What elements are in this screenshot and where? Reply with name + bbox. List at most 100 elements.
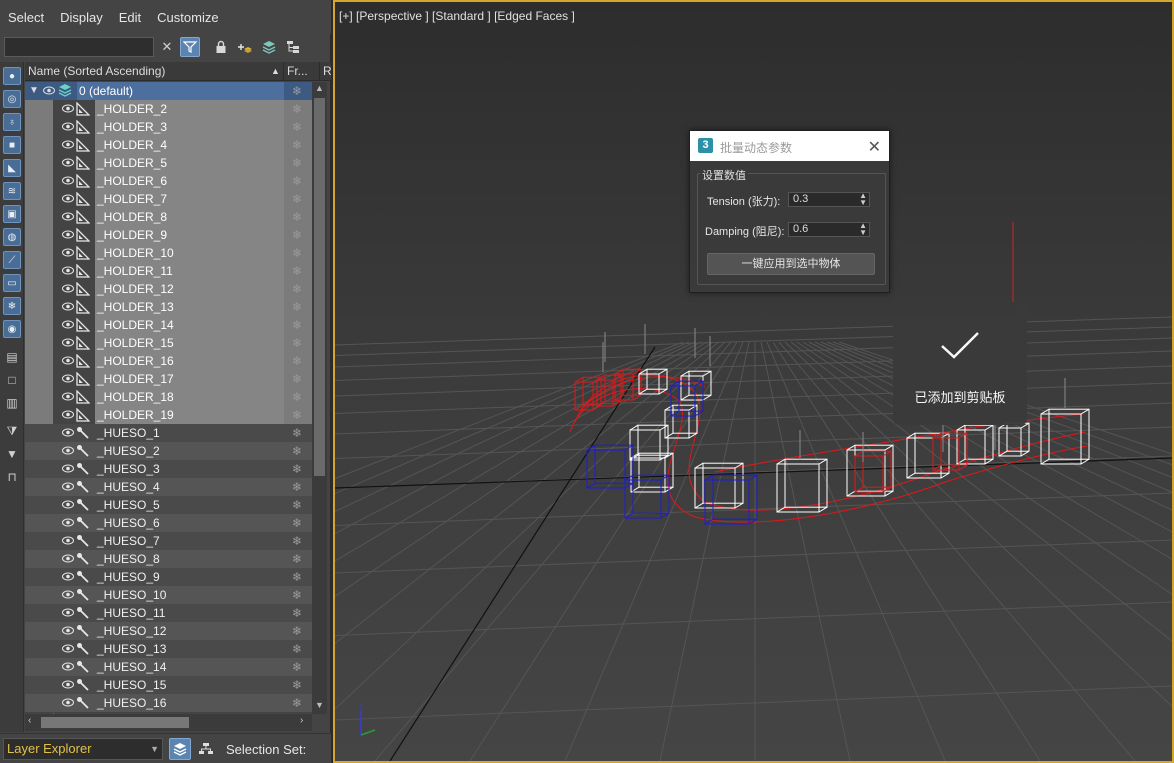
freeze-icon[interactable]: ❄ xyxy=(292,516,302,530)
perspective-viewport[interactable]: z [+] [Perspective ] [Standard ] [Edged … xyxy=(333,0,1174,763)
apply-to-selected-button[interactable]: 一键应用到选中物体 xyxy=(707,253,875,275)
freeze-icon[interactable]: ❄ xyxy=(292,642,302,656)
object-row[interactable]: _HUESO_16 ❄ xyxy=(25,694,312,712)
visibility-eye-icon[interactable] xyxy=(62,445,74,456)
freeze-icon[interactable]: ❄ xyxy=(292,534,302,548)
spinner-arrows-icon[interactable]: ▲ ▼ xyxy=(859,192,867,207)
menu-select[interactable]: Select xyxy=(7,8,45,27)
object-name[interactable]: _HUESO_11 xyxy=(95,604,284,622)
visibility-eye-icon[interactable] xyxy=(62,517,74,528)
container-icon[interactable]: ▭ xyxy=(3,274,21,292)
none-icon[interactable]: □ xyxy=(3,371,21,389)
freeze-icon[interactable]: ❄ xyxy=(292,606,302,620)
freeze-icon[interactable]: ❄ xyxy=(292,426,302,440)
freeze-icon[interactable]: ❄ xyxy=(292,84,302,98)
object-name[interactable]: _HUESO_5 xyxy=(95,496,284,514)
group-icon[interactable]: ▣ xyxy=(3,205,21,223)
freeze-icon[interactable]: ❄ xyxy=(292,660,302,674)
lock-icon[interactable] xyxy=(211,37,231,57)
tension-value[interactable]: 0.3 xyxy=(793,193,808,205)
object-row[interactable]: _HOLDER_12 ❄ xyxy=(25,280,312,298)
object-row[interactable]: _HOLDER_10 ❄ xyxy=(25,244,312,262)
object-name[interactable]: _HOLDER_4 xyxy=(95,136,284,154)
tension-spinner[interactable]: 0.3 ▲ ▼ xyxy=(788,192,870,207)
freeze-icon[interactable]: ❄ xyxy=(292,678,302,692)
object-row[interactable]: _HOLDER_6 ❄ xyxy=(25,172,312,190)
visibility-eye-icon[interactable] xyxy=(62,139,74,150)
damping-value[interactable]: 0.6 xyxy=(793,223,808,235)
freeze-icon[interactable]: ❄ xyxy=(292,588,302,602)
visibility-eye-icon[interactable] xyxy=(62,103,74,114)
layer-row-default[interactable]: ▼ 0 (default) ❄ xyxy=(25,82,312,100)
object-name[interactable]: _HOLDER_10 xyxy=(95,244,284,262)
search-input[interactable] xyxy=(4,37,154,57)
visibility-eye-icon[interactable] xyxy=(62,391,74,402)
object-name[interactable]: _HOLDER_18 xyxy=(95,388,284,406)
visibility-eye-icon[interactable] xyxy=(62,265,74,276)
hierarchy-icon[interactable] xyxy=(283,37,303,57)
visibility-eye-icon[interactable] xyxy=(62,175,74,186)
object-row[interactable]: _HOLDER_2 ❄ xyxy=(25,100,312,118)
object-row[interactable]: _HOLDER_9 ❄ xyxy=(25,226,312,244)
freeze-icon[interactable]: ❄ xyxy=(292,462,302,476)
object-name[interactable]: _HUESO_16 xyxy=(95,694,284,712)
freeze-icon[interactable]: ❄ xyxy=(292,354,302,368)
object-row[interactable]: _HOLDER_15 ❄ xyxy=(25,334,312,352)
object-row[interactable]: _HOLDER_3 ❄ xyxy=(25,118,312,136)
visibility-eye-icon[interactable] xyxy=(62,571,74,582)
add-to-layer-icon[interactable] xyxy=(234,37,254,57)
visibility-eye-icon[interactable] xyxy=(62,679,74,690)
object-name[interactable]: _HUESO_3 xyxy=(95,460,284,478)
object-name[interactable]: _HOLDER_17 xyxy=(95,370,284,388)
layer-icon[interactable]: ⊓ xyxy=(3,468,21,486)
xref-icon[interactable]: ◍ xyxy=(3,228,21,246)
object-name[interactable]: _HUESO_1 xyxy=(95,424,284,442)
frozen-icon[interactable]: ❄ xyxy=(3,297,21,315)
object-name[interactable]: _HUESO_9 xyxy=(95,568,284,586)
object-row[interactable]: _HUESO_6 ❄ xyxy=(25,514,312,532)
freeze-icon[interactable]: ❄ xyxy=(292,210,302,224)
object-row[interactable]: _HUESO_11 ❄ xyxy=(25,604,312,622)
object-name[interactable]: _HUESO_10 xyxy=(95,586,284,604)
object-name[interactable]: _HUESO_2 xyxy=(95,442,284,460)
object-row[interactable]: _HUESO_4 ❄ xyxy=(25,478,312,496)
scroll-right-icon[interactable]: › xyxy=(300,715,303,726)
object-row[interactable]: _HUESO_2 ❄ xyxy=(25,442,312,460)
object-row[interactable]: _HOLDER_11 ❄ xyxy=(25,262,312,280)
object-name[interactable]: _HOLDER_2 xyxy=(95,100,284,118)
hidden-icon[interactable]: ◉ xyxy=(3,320,21,338)
object-row[interactable]: _HUESO_3 ❄ xyxy=(25,460,312,478)
visibility-eye-icon[interactable] xyxy=(62,211,74,222)
object-row[interactable]: _HOLDER_16 ❄ xyxy=(25,352,312,370)
freeze-icon[interactable]: ❄ xyxy=(292,336,302,350)
visibility-eye-icon[interactable] xyxy=(62,499,74,510)
visibility-eye-icon[interactable] xyxy=(62,337,74,348)
menu-display[interactable]: Display xyxy=(59,8,104,27)
object-row[interactable]: _HOLDER_19 ❄ xyxy=(25,406,312,424)
freeze-icon[interactable]: ❄ xyxy=(292,138,302,152)
object-name[interactable]: _HOLDER_7 xyxy=(95,190,284,208)
visibility-eye-icon[interactable] xyxy=(62,589,74,600)
shapes-icon[interactable]: ◎ xyxy=(3,90,21,108)
object-name[interactable]: _HOLDER_8 xyxy=(95,208,284,226)
object-row[interactable]: _HUESO_8 ❄ xyxy=(25,550,312,568)
freeze-icon[interactable]: ❄ xyxy=(292,228,302,242)
scroll-left-icon[interactable]: ‹ xyxy=(28,715,31,726)
freeze-icon[interactable]: ❄ xyxy=(292,264,302,278)
visibility-eye-icon[interactable] xyxy=(62,553,74,564)
object-name[interactable]: _HUESO_4 xyxy=(95,478,284,496)
sphere-icon[interactable]: ● xyxy=(3,67,21,85)
layers-stack-icon[interactable] xyxy=(259,37,279,57)
freeze-icon[interactable]: ❄ xyxy=(292,156,302,170)
freeze-icon[interactable]: ❄ xyxy=(292,318,302,332)
freeze-icon[interactable]: ❄ xyxy=(292,174,302,188)
sort-by-hierarchy-icon[interactable] xyxy=(195,738,217,760)
expand-arrow-icon[interactable]: ▼ xyxy=(29,85,39,96)
menu-customize[interactable]: Customize xyxy=(156,8,219,27)
freeze-icon[interactable]: ❄ xyxy=(292,552,302,566)
object-name[interactable]: _HOLDER_13 xyxy=(95,298,284,316)
freeze-icon[interactable]: ❄ xyxy=(292,282,302,296)
object-name[interactable]: _HOLDER_12 xyxy=(95,280,284,298)
freeze-icon[interactable]: ❄ xyxy=(292,408,302,422)
visibility-eye-icon[interactable] xyxy=(62,193,74,204)
